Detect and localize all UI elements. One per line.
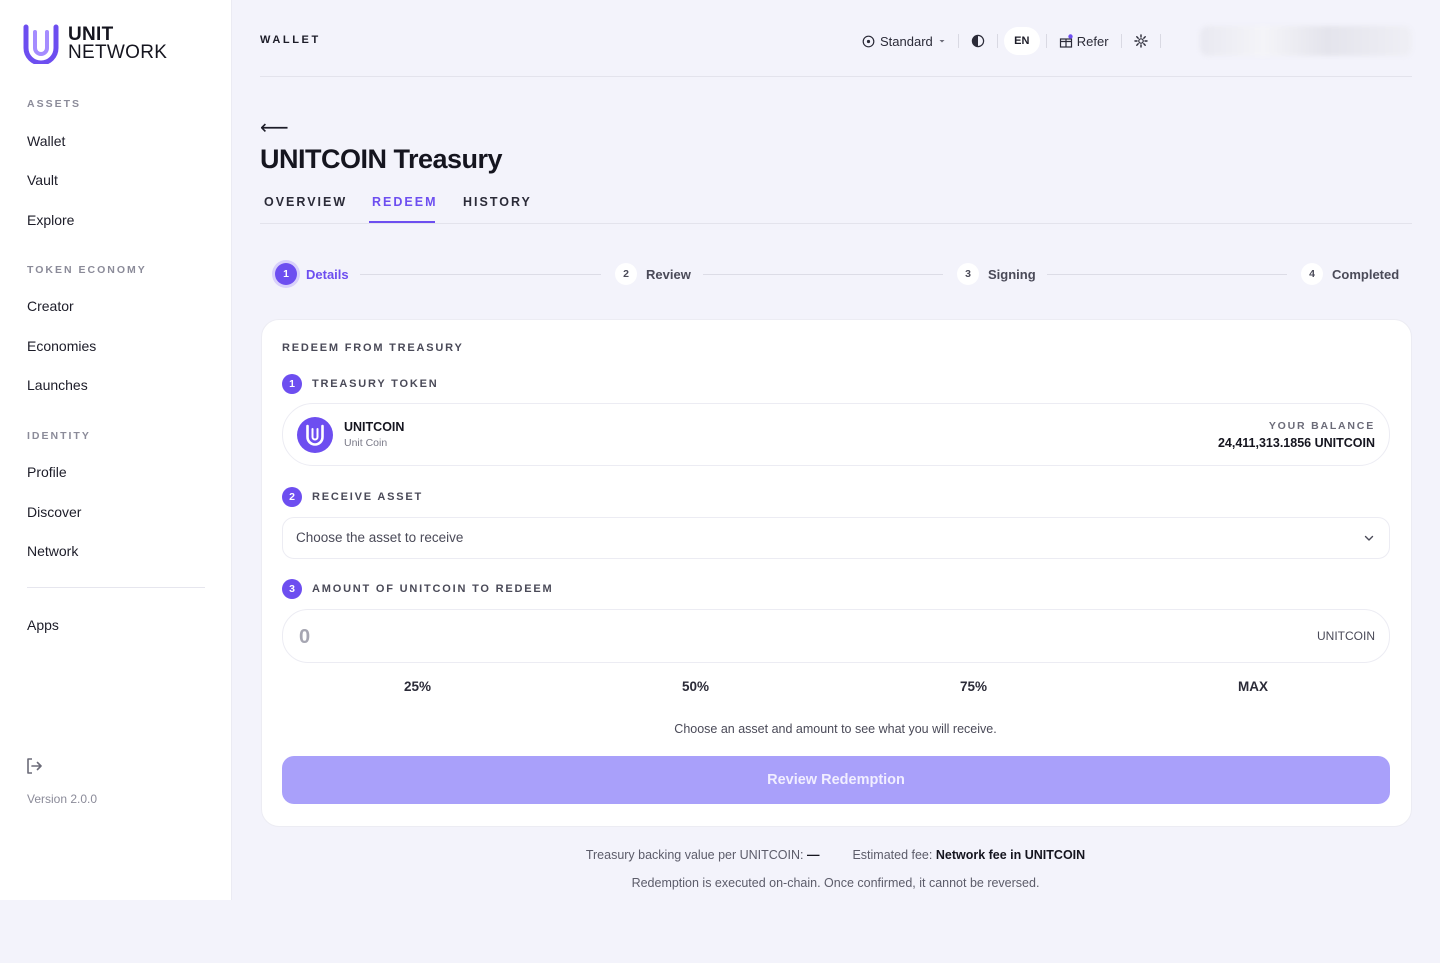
step-connector <box>703 274 943 275</box>
field-receive-asset-label: 2 RECEIVE ASSET <box>282 487 423 507</box>
mode-selector[interactable]: Standard <box>862 34 946 49</box>
page-title: UNITCOIN Treasury <box>260 144 503 174</box>
redemption-note: Redemption is executed on-chain. Once co… <box>631 876 1040 890</box>
sidebar-item-vault[interactable]: Vault <box>27 172 58 188</box>
amount-unit: UNITCOIN <box>1317 629 1375 643</box>
step-connector <box>360 274 601 275</box>
mode-clock-icon <box>862 35 875 47</box>
gift-icon <box>1059 34 1073 48</box>
field-label-text: AMOUNT OF UNITCOIN TO REDEEM <box>312 583 554 595</box>
step-connector <box>1047 274 1287 275</box>
fee-value: Network fee in UNITCOIN <box>935 848 1086 862</box>
sidebar-item-apps[interactable]: Apps <box>27 617 59 633</box>
sidebar-item-network[interactable]: Network <box>27 543 78 559</box>
back-arrow-icon[interactable]: ⟵ <box>260 115 289 140</box>
sidebar: UNIT NETWORK ASSETS Wallet Vault Explore… <box>0 0 232 900</box>
toolbar-separator <box>1045 34 1047 48</box>
header-divider <box>260 76 1412 77</box>
nav-section-assets: ASSETS <box>27 98 82 110</box>
redeem-card <box>261 319 1412 827</box>
chevron-down-icon <box>1364 535 1374 541</box>
nav-section-token-economy: TOKEN ECONOMY <box>27 264 147 276</box>
treasury-token-display: UNITCOIN Unit Coin YOUR BALANCE 24,411,3… <box>282 403 1390 466</box>
logout-icon[interactable] <box>25 757 43 775</box>
select-placeholder: Choose the asset to receive <box>296 530 464 545</box>
step-details: 1 Details <box>275 263 349 285</box>
percent-75-button[interactable]: 75% <box>960 679 987 694</box>
unit-network-logo-icon <box>23 24 59 64</box>
percent-50-button[interactable]: 50% <box>682 679 709 694</box>
step-number: 4 <box>1301 263 1323 285</box>
logo[interactable]: UNIT NETWORK <box>23 24 167 64</box>
field-number-badge: 2 <box>282 487 302 507</box>
sidebar-item-discover[interactable]: Discover <box>27 504 81 520</box>
step-number: 1 <box>275 263 297 285</box>
percent-25-button[interactable]: 25% <box>404 679 431 694</box>
toolbar-separator <box>1120 34 1122 48</box>
step-label: Review <box>646 266 691 282</box>
sidebar-item-wallet[interactable]: Wallet <box>27 133 65 149</box>
balance-label: YOUR BALANCE <box>1268 420 1375 432</box>
mode-label: Standard <box>880 33 933 49</box>
header-title: WALLET <box>260 34 321 46</box>
theme-toggle[interactable] <box>971 34 985 48</box>
field-label-text: RECEIVE ASSET <box>312 491 424 503</box>
backing-label: Treasury backing value per UNITCOIN: <box>585 848 804 862</box>
percent-max-button[interactable]: MAX <box>1238 679 1268 694</box>
step-signing: 3 Signing <box>957 263 1036 285</box>
field-treasury-token-label: 1 TREASURY TOKEN <box>282 374 438 394</box>
toolbar-separator <box>957 34 959 48</box>
header-toolbar: Standard EN Refer <box>862 26 1173 56</box>
logo-text: UNIT NETWORK <box>68 25 168 63</box>
settings-button[interactable] <box>1133 34 1148 48</box>
step-review: 2 Review <box>615 263 691 285</box>
sidebar-item-explore[interactable]: Explore <box>27 212 74 228</box>
amount-field: UNITCOIN <box>282 609 1390 663</box>
page-bottom-area <box>0 900 1440 963</box>
app-version: Version 2.0.0 <box>27 792 98 806</box>
unitcoin-token-icon <box>297 417 333 453</box>
receive-hint: Choose an asset and amount to see what y… <box>674 722 997 736</box>
sidebar-item-economies[interactable]: Economies <box>27 338 96 354</box>
gear-icon <box>1133 34 1148 48</box>
toolbar-separator <box>996 34 998 48</box>
step-label: Details <box>306 266 349 282</box>
toolbar-separator <box>1159 34 1161 48</box>
account-info-blurred[interactable] <box>1200 26 1412 56</box>
step-label: Signing <box>988 266 1036 282</box>
step-label: Completed <box>1332 266 1400 282</box>
token-name: Unit Coin <box>344 437 388 449</box>
step-number: 2 <box>615 263 637 285</box>
balance-value: 24,411,313.1856 UNITCOIN <box>1217 436 1375 450</box>
language-selector[interactable]: EN <box>1003 27 1040 55</box>
sidebar-item-launches[interactable]: Launches <box>27 377 88 393</box>
contrast-icon <box>971 34 984 48</box>
sidebar-item-profile[interactable]: Profile <box>27 464 67 480</box>
sidebar-item-creator[interactable]: Creator <box>27 298 74 314</box>
backing-value: — <box>806 848 820 862</box>
token-symbol: UNITCOIN <box>344 420 405 434</box>
fee-label: Estimated fee: <box>852 848 933 862</box>
step-number: 3 <box>957 263 979 285</box>
field-label-text: TREASURY TOKEN <box>312 378 439 390</box>
step-completed: 4 Completed <box>1301 263 1399 285</box>
tabs-divider <box>260 223 1412 224</box>
refer-button[interactable]: Refer <box>1059 34 1109 49</box>
tab-redeem[interactable]: REDEEM <box>372 195 437 209</box>
field-number-badge: 1 <box>282 374 302 394</box>
field-amount-label: 3 AMOUNT OF UNITCOIN TO REDEEM <box>282 579 553 599</box>
field-number-badge: 3 <box>282 579 302 599</box>
nav-section-identity: IDENTITY <box>27 430 91 442</box>
refer-label: Refer <box>1076 33 1109 49</box>
redemption-info: Treasury backing value per UNITCOIN: — E… <box>261 848 1410 862</box>
tab-overview[interactable]: OVERVIEW <box>264 195 347 209</box>
amount-input[interactable] <box>297 621 1201 653</box>
tab-history[interactable]: HISTORY <box>463 195 532 209</box>
caret-down-icon <box>939 40 945 43</box>
logo-line-2: NETWORK <box>68 42 168 63</box>
sidebar-divider <box>27 587 205 588</box>
review-redemption-button[interactable]: Review Redemption <box>282 756 1390 804</box>
card-heading: REDEEM FROM TREASURY <box>282 342 464 354</box>
receive-asset-select[interactable]: Choose the asset to receive <box>282 517 1390 559</box>
